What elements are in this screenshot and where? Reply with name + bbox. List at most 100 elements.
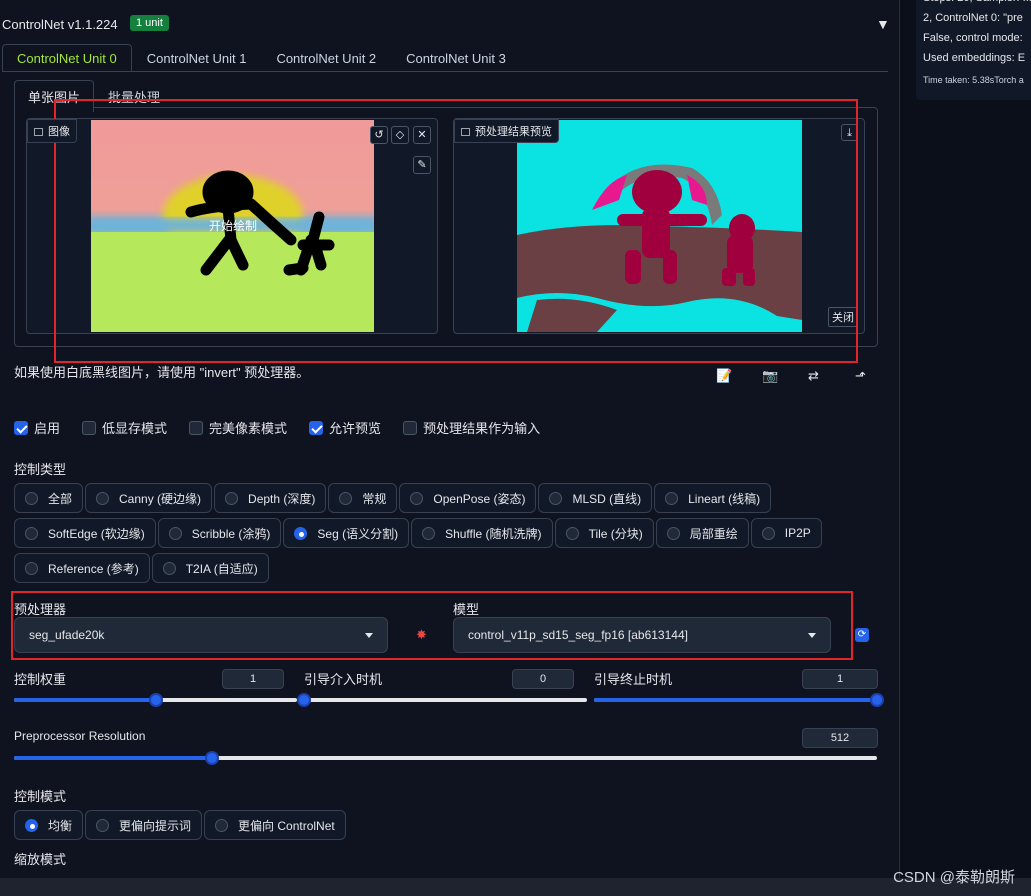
- checkbox-lowvram[interactable]: 低显存模式: [82, 418, 167, 437]
- control-type-scribble[interactable]: Scribble (涂鸦): [157, 518, 282, 548]
- resolution-input[interactable]: 512: [802, 728, 878, 748]
- tab-single-image[interactable]: 单张图片: [14, 80, 95, 112]
- download-icon[interactable]: ⤓: [841, 124, 858, 141]
- panel-header[interactable]: ControlNet v1.1.224 1 unit ▼: [0, 0, 900, 48]
- control-type-reference[interactable]: Reference (参考): [14, 553, 150, 583]
- model-label: 模型: [453, 602, 480, 617]
- tab-unit-3[interactable]: ControlNet Unit 3: [391, 44, 521, 72]
- slider-thumb[interactable]: [205, 751, 220, 765]
- radio-dot[interactable]: [96, 818, 110, 832]
- preview-image-label: 预处理结果预览: [454, 119, 559, 143]
- control-type-openpose[interactable]: OpenPose (姿态): [399, 483, 537, 513]
- radio-dot[interactable]: [666, 526, 680, 540]
- tab-unit-2[interactable]: ControlNet Unit 2: [261, 44, 391, 72]
- close-icon[interactable]: ✕: [413, 126, 431, 144]
- slider-fill: [594, 698, 877, 702]
- input-image-label: 图像: [27, 119, 77, 143]
- notepad-icon[interactable]: 📝: [716, 368, 732, 384]
- brush-icon[interactable]: ✎: [413, 156, 431, 174]
- eraser-icon[interactable]: ◇: [391, 126, 409, 144]
- radio-dot[interactable]: [25, 561, 38, 575]
- slider-fill: [14, 698, 156, 702]
- radio-dot[interactable]: [25, 818, 38, 832]
- chevron-down-icon: [808, 633, 816, 638]
- slider-thumb[interactable]: [870, 693, 884, 707]
- radio-dot[interactable]: [339, 491, 353, 505]
- control-type-normal[interactable]: 常规: [328, 483, 398, 513]
- checkbox-preprocessed-input[interactable]: 预处理结果作为输入: [403, 418, 540, 437]
- control-type-lineart[interactable]: Lineart (线稿): [654, 483, 772, 513]
- end-label: 引导终止时机: [594, 672, 673, 687]
- generation-info-log: Steps: 20, Sampler: ... 2, ControlNet 0:…: [916, 0, 1031, 100]
- scribble-canvas[interactable]: 开始绘制: [91, 120, 374, 332]
- canvas-overlay-text: 开始绘制: [209, 218, 257, 233]
- radio-dot[interactable]: [225, 491, 239, 505]
- control-mode-options: 均衡 更偏向提示词 更偏向 ControlNet: [14, 810, 348, 840]
- radio-dot[interactable]: [410, 491, 424, 505]
- close-preview-button[interactable]: 关闭: [828, 307, 858, 327]
- tab-batch[interactable]: 批量处理: [94, 80, 174, 112]
- input-image-panel[interactable]: 图像 开始绘制 ↺ ◇ ✕ ✎: [26, 118, 438, 334]
- camera-icon[interactable]: 📷: [762, 368, 778, 384]
- end-input[interactable]: 1: [802, 669, 878, 689]
- time-taken: Time taken: 5.38sTorch a: [923, 75, 1024, 85]
- triangle-down-icon[interactable]: ▼: [876, 16, 890, 32]
- radio-dot[interactable]: [215, 818, 229, 832]
- tab-unit-0[interactable]: ControlNet Unit 0: [2, 44, 132, 72]
- control-mode-balanced[interactable]: 均衡: [14, 810, 84, 840]
- control-type-softedge[interactable]: SoftEdge (软边缘): [14, 518, 156, 548]
- control-type-shuffle[interactable]: Shuffle (随机洗牌): [411, 518, 553, 548]
- radio-dot[interactable]: [168, 526, 182, 540]
- radio-dot[interactable]: [761, 526, 775, 540]
- slider-thumb[interactable]: [297, 693, 311, 707]
- image-mode-tabs: 单张图片 批量处理: [14, 80, 174, 112]
- slider-track: [304, 698, 587, 702]
- control-type-tile[interactable]: Tile (分块): [554, 518, 654, 548]
- control-mode-prompt[interactable]: 更偏向提示词: [85, 810, 203, 840]
- control-type-ip2p[interactable]: IP2P: [750, 518, 822, 548]
- control-type-seg[interactable]: Seg (语义分割): [283, 518, 410, 548]
- radio-dot[interactable]: [549, 491, 563, 505]
- end-slider[interactable]: [594, 692, 884, 708]
- control-type-mlsd[interactable]: MLSD (直线): [538, 483, 653, 513]
- checkbox-enable[interactable]: 启用: [14, 418, 60, 437]
- weight-slider[interactable]: [14, 692, 297, 708]
- swap-icon[interactable]: ⇄: [808, 368, 819, 384]
- refresh-icon[interactable]: ⟳: [855, 628, 869, 642]
- slider-thumb[interactable]: [148, 693, 163, 707]
- start-input[interactable]: 0: [512, 669, 574, 689]
- control-type-inpaint[interactable]: 局部重绘: [655, 518, 749, 548]
- radio-dot[interactable]: [162, 561, 176, 575]
- checkbox-box[interactable]: [189, 420, 204, 435]
- checkbox-pixel-perfect[interactable]: 完美像素模式: [189, 418, 287, 437]
- control-type-canny[interactable]: Canny (硬边缘): [85, 483, 213, 513]
- radio-dot[interactable]: [25, 491, 38, 505]
- checkbox-box[interactable]: [82, 420, 97, 435]
- log-line: Steps: 20, Sampler: ...: [923, 0, 1031, 8]
- control-mode-controlnet[interactable]: 更偏向 ControlNet: [204, 810, 346, 840]
- panel-title: ControlNet v1.1.224: [2, 17, 118, 32]
- radio-dot[interactable]: [665, 491, 679, 505]
- radio-dot[interactable]: [565, 526, 579, 540]
- model-select[interactable]: control_v11p_sd15_seg_fp16 [ab613144]: [453, 617, 831, 653]
- explosion-icon[interactable]: ✸: [416, 627, 427, 643]
- radio-dot[interactable]: [96, 491, 110, 505]
- control-type-all[interactable]: 全部: [14, 483, 84, 513]
- preprocessor-select[interactable]: seg_ufade20k: [14, 617, 388, 653]
- checkbox-box[interactable]: [403, 420, 418, 435]
- undo-icon[interactable]: ↺: [370, 126, 388, 144]
- tab-unit-1[interactable]: ControlNet Unit 1: [132, 44, 262, 72]
- control-type-t2ia[interactable]: T2IA (自适应): [151, 553, 269, 583]
- radio-dot[interactable]: [25, 526, 38, 540]
- resolution-slider[interactable]: [14, 750, 877, 766]
- radio-dot[interactable]: [422, 526, 436, 540]
- start-slider[interactable]: [297, 692, 587, 708]
- control-type-depth[interactable]: Depth (深度): [214, 483, 327, 513]
- checkbox-allow-preview[interactable]: 允许预览: [309, 418, 381, 437]
- radio-dot[interactable]: [294, 526, 308, 540]
- checkbox-box[interactable]: [14, 420, 28, 435]
- tab-divider: [2, 71, 888, 72]
- weight-input[interactable]: 1: [222, 669, 284, 689]
- checkbox-box[interactable]: [309, 420, 324, 435]
- upload-icon[interactable]: ⬏: [855, 368, 866, 384]
